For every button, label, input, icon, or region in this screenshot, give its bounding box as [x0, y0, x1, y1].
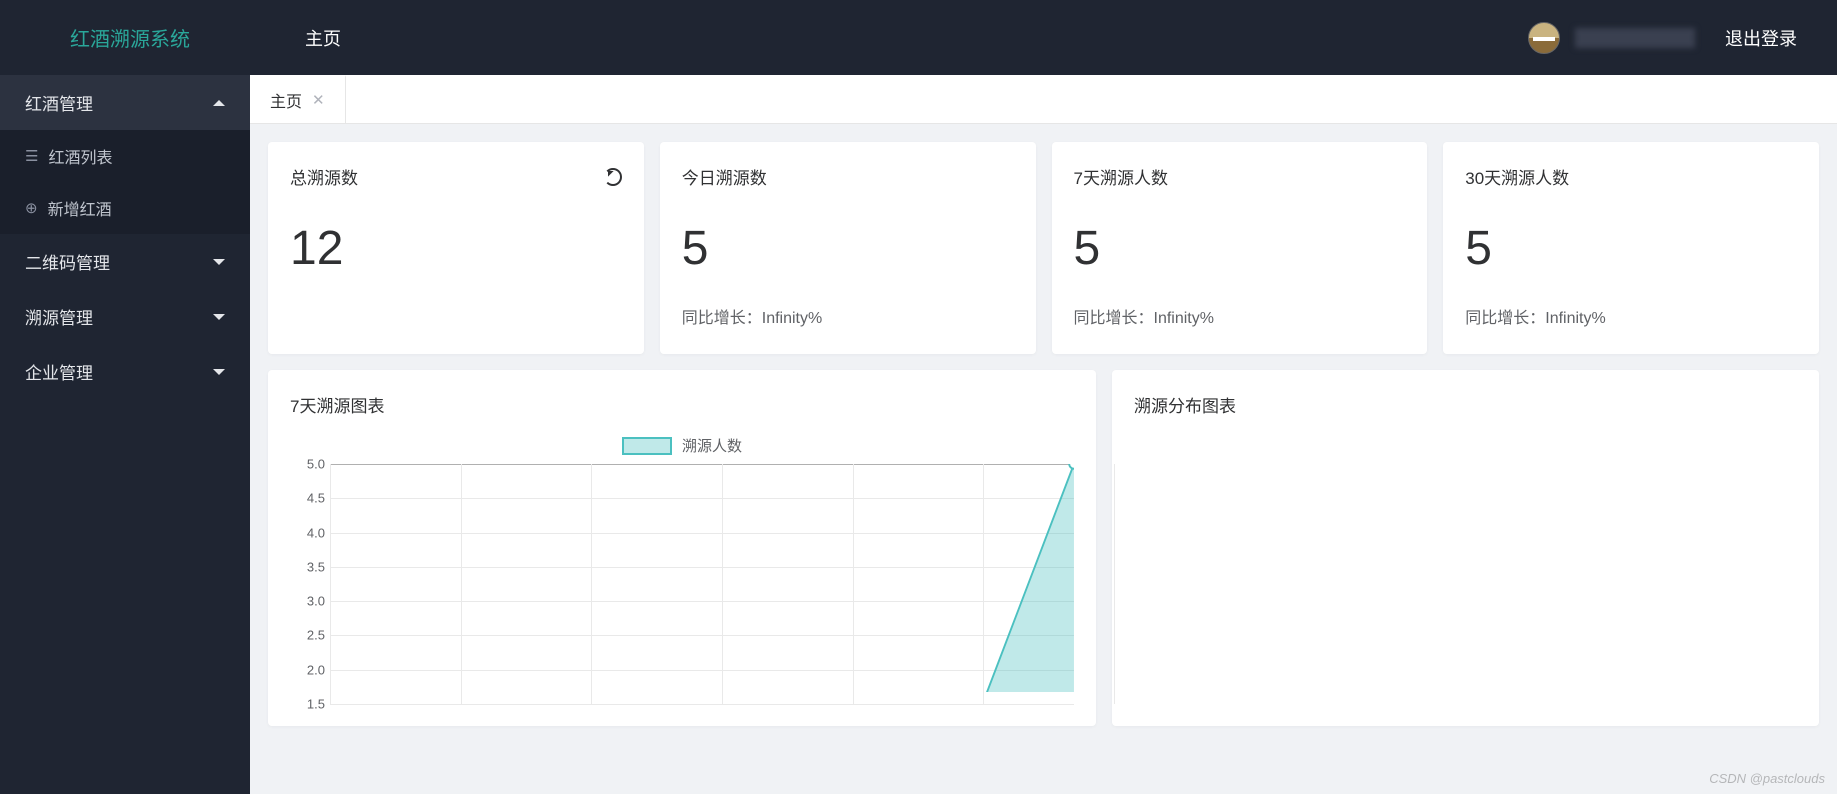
card-value: 5: [1074, 221, 1406, 276]
sidebar-group-label: 溯源管理: [25, 304, 93, 329]
stat-cards: 总溯源数 12 今日溯源数 5 同比增长：Infinity% 7天溯源人数: [268, 142, 1819, 354]
sidebar-group-label: 二维码管理: [25, 249, 110, 274]
card-subtext: 同比增长：Infinity%: [1074, 304, 1406, 328]
card-title: 30天溯源人数: [1465, 164, 1569, 189]
sidebar-group-label: 红酒管理: [25, 90, 93, 115]
sidebar: 红酒管理 ☰ 红酒列表 ⊕ 新增红酒 二维码管理 溯源管理 企业管理: [0, 75, 250, 794]
main-content: 主页 ✕ 总溯源数 12 今日溯源数 5 同比增长：Inf: [250, 75, 1837, 794]
card-today-trace: 今日溯源数 5 同比增长：Infinity%: [660, 142, 1036, 354]
card-total-trace: 总溯源数 12: [268, 142, 644, 354]
tabs-bar: 主页 ✕: [250, 75, 1837, 124]
username: [1575, 28, 1695, 48]
card-7day-trace: 7天溯源人数 5 同比增长：Infinity%: [1052, 142, 1428, 354]
nav-home[interactable]: 主页: [305, 25, 341, 51]
card-value: 5: [682, 221, 1014, 276]
avatar[interactable]: [1528, 22, 1560, 54]
panel-distribution-chart: 溯源分布图表: [1112, 370, 1819, 726]
sidebar-group-wine[interactable]: 红酒管理: [0, 75, 250, 130]
card-value: 12: [290, 221, 622, 276]
sidebar-group-qrcode[interactable]: 二维码管理: [0, 234, 250, 289]
card-title: 7天溯源人数: [1074, 164, 1168, 189]
chevron-down-icon: [213, 259, 225, 265]
chart-area: 5.04.54.03.53.02.52.01.5: [290, 464, 1074, 704]
tab-home[interactable]: 主页 ✕: [250, 75, 346, 123]
sidebar-item-label: 新增红酒: [48, 196, 112, 220]
tab-label: 主页: [270, 88, 302, 112]
card-subtext: 同比增长：Infinity%: [682, 304, 1014, 328]
refresh-icon[interactable]: [604, 168, 622, 186]
legend-label: 溯源人数: [682, 435, 742, 456]
card-subtext: 同比增长：Infinity%: [1465, 304, 1797, 328]
panel-7day-chart: 7天溯源图表 溯源人数 5.04.54.03.53.02.52.01.5: [268, 370, 1096, 726]
chart-legend: 溯源人数: [290, 435, 1074, 456]
chevron-up-icon: [213, 100, 225, 106]
chart-svg: [330, 464, 1074, 692]
watermark: CSDN @pastclouds: [1709, 771, 1825, 786]
legend-swatch: [622, 437, 672, 455]
sidebar-item-wine-add[interactable]: ⊕ 新增红酒: [0, 182, 250, 234]
card-30day-trace: 30天溯源人数 5 同比增长：Infinity%: [1443, 142, 1819, 354]
sidebar-item-label: 红酒列表: [48, 144, 112, 168]
close-icon[interactable]: ✕: [312, 91, 325, 109]
app-title: 红酒溯源系统: [0, 23, 250, 52]
y-axis: 5.04.54.03.53.02.52.01.5: [290, 464, 330, 704]
logout-link[interactable]: 退出登录: [1725, 25, 1797, 51]
chevron-down-icon: [213, 369, 225, 375]
panel-title: 7天溯源图表: [290, 392, 1074, 417]
chevron-down-icon: [213, 314, 225, 320]
panel-title: 溯源分布图表: [1134, 392, 1797, 417]
sidebar-group-company[interactable]: 企业管理: [0, 344, 250, 399]
app-header: 红酒溯源系统 主页 退出登录: [0, 0, 1837, 75]
list-icon: ☰: [25, 147, 38, 165]
sidebar-group-trace[interactable]: 溯源管理: [0, 289, 250, 344]
card-title: 总溯源数: [290, 164, 358, 189]
card-title: 今日溯源数: [682, 164, 767, 189]
plus-circle-icon: ⊕: [25, 199, 38, 217]
sidebar-item-wine-list[interactable]: ☰ 红酒列表: [0, 130, 250, 182]
card-value: 5: [1465, 221, 1797, 276]
sidebar-group-label: 企业管理: [25, 359, 93, 384]
